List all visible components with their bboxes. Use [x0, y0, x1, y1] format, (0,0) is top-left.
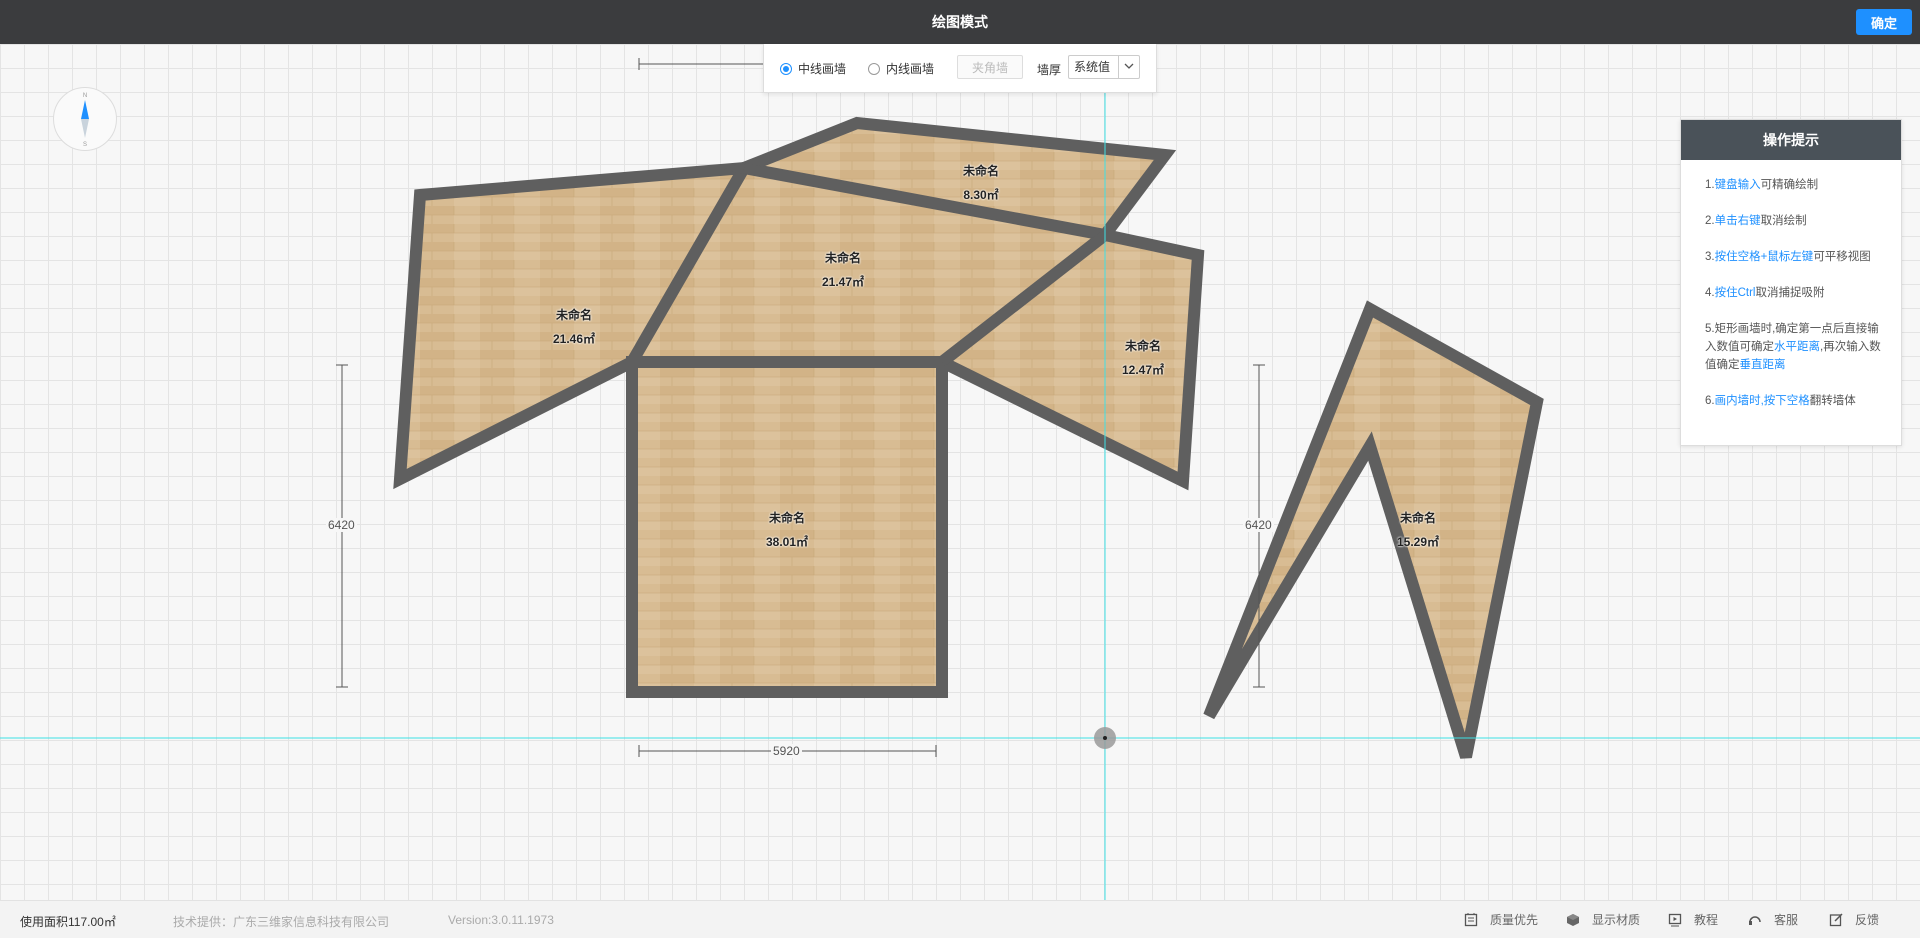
- quality-priority-button[interactable]: 质量优先: [1464, 911, 1538, 929]
- radio-checked-icon: [780, 62, 792, 75]
- compass-north-label: N: [83, 93, 87, 99]
- quality-icon: [1464, 912, 1478, 926]
- center-wall-radio[interactable]: 中线画墙: [780, 61, 846, 77]
- hint-item: 3.按住空格+鼠标左键可平移视图: [1705, 251, 1871, 263]
- room-name: 未命名: [768, 511, 805, 525]
- usage-area: 使用面积117.00㎡: [20, 915, 116, 929]
- hint-item: 1.键盘输入可精确绘制: [1705, 179, 1819, 191]
- dimension-right-height: 6420: [1243, 518, 1274, 532]
- feedback-edit-icon: [1829, 913, 1843, 926]
- show-material-button[interactable]: 显示材质: [1566, 911, 1640, 929]
- hint-item: 2.单击右键取消绘制: [1705, 215, 1807, 227]
- room-name: 未命名: [962, 164, 999, 178]
- room-name: 未命名: [1124, 339, 1161, 353]
- compass-south-label: S: [83, 142, 87, 148]
- room-name: 未命名: [555, 308, 592, 322]
- wall-thickness-label: 墙厚: [1037, 63, 1062, 77]
- drawing-canvas[interactable]: 未命名 21.46㎡ 未命名 8.30㎡ 未命名 21.47㎡ 未命名 12.4…: [0, 44, 1920, 900]
- version-text: Version:3.0.11.1973: [448, 913, 554, 927]
- room-name: 未命名: [1399, 511, 1436, 525]
- room-area: 38.01㎡: [765, 535, 809, 549]
- status-bar: 使用面积117.00㎡ 技术提供：广东三维家信息科技有限公司 Version:3…: [0, 900, 1920, 938]
- room-area: 8.30㎡: [963, 188, 999, 202]
- hint-item: 4.按住Ctrl取消捕捉吸附: [1705, 287, 1825, 299]
- material-cube-icon: [1567, 913, 1579, 926]
- top-bar: 绘图模式 确定: [0, 0, 1920, 44]
- chevron-down-icon[interactable]: [1118, 56, 1139, 78]
- inner-wall-radio[interactable]: 内线画墙: [868, 61, 934, 77]
- tutorial-button[interactable]: 教程: [1668, 911, 1718, 929]
- room-area: 12.47㎡: [1121, 363, 1165, 377]
- room-name: 未命名: [824, 251, 861, 265]
- corner-wall-button[interactable]: 夹角墙: [957, 55, 1023, 79]
- room-area: 21.46㎡: [552, 332, 596, 346]
- hint-item: 5.矩形画墙时,确定第一点后直接输入数值可确定水平距离,再次输入数值确定垂直距离: [1705, 323, 1881, 371]
- dimension-bottom-width: 5920: [771, 744, 802, 758]
- tutorial-play-icon: [1668, 913, 1682, 927]
- headset-icon: [1749, 916, 1761, 925]
- page-title: 绘图模式: [932, 14, 988, 30]
- room-label-2[interactable]: 未命名 8.30㎡: [921, 159, 1041, 207]
- room-area: 15.29㎡: [1396, 535, 1440, 549]
- wall-thickness-value: 系统值: [1074, 60, 1111, 74]
- room-label-5[interactable]: 未命名 38.01㎡: [727, 506, 847, 554]
- customer-service-button[interactable]: 客服: [1748, 911, 1798, 929]
- operation-hints-panel: 操作提示 1.键盘输入可精确绘制 2.单击右键取消绘制 3.按住空格+鼠标左键可…: [1680, 119, 1902, 446]
- compass-icon[interactable]: N S: [53, 87, 117, 151]
- room-label-6[interactable]: 未命名 15.29㎡: [1358, 506, 1478, 554]
- radio-unchecked-icon: [868, 62, 880, 75]
- room-label-4[interactable]: 未命名 12.47㎡: [1083, 334, 1203, 382]
- hint-item: 6.画内墙时,按下空格翻转墙体: [1705, 395, 1856, 407]
- hints-title: 操作提示: [1681, 120, 1901, 160]
- confirm-button[interactable]: 确定: [1856, 9, 1912, 35]
- wall-mode-toolbar: 中线画墙 内线画墙 夹角墙 墙厚 系统值: [763, 44, 1157, 93]
- wall-thickness-select[interactable]: 系统值: [1068, 55, 1140, 79]
- room-label-1[interactable]: 未命名 21.46㎡: [514, 303, 634, 351]
- room-label-3[interactable]: 未命名 21.47㎡: [783, 246, 903, 294]
- dimension-left-height: 6420: [326, 518, 357, 532]
- provider-text: 技术提供：广东三维家信息科技有限公司: [173, 915, 390, 929]
- room-area: 21.47㎡: [821, 275, 865, 289]
- feedback-button[interactable]: 反馈: [1829, 911, 1879, 929]
